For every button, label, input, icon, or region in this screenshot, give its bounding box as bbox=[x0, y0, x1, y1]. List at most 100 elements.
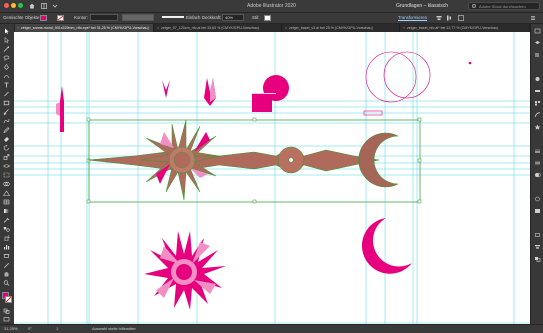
sun-ray-fragment[interactable] bbox=[204, 78, 216, 106]
eraser-tool-icon[interactable] bbox=[3, 136, 10, 142]
artboard-tool-icon[interactable] bbox=[3, 253, 10, 259]
pen-tool-icon[interactable] bbox=[3, 64, 10, 70]
zoom-tool-icon[interactable] bbox=[3, 280, 10, 286]
bottom-sun-star[interactable] bbox=[144, 231, 226, 310]
slice-tool-icon[interactable] bbox=[3, 262, 10, 268]
medallion-pivot bbox=[288, 157, 294, 163]
transparency-panel-icon[interactable] bbox=[534, 172, 541, 178]
align-panel-icon[interactable] bbox=[534, 244, 541, 250]
selection-type-label: Gemischte Objekte bbox=[3, 15, 40, 20]
variable-width-profile[interactable] bbox=[122, 14, 154, 21]
color-panel-icon[interactable] bbox=[534, 76, 541, 82]
moon-cutout-circle[interactable] bbox=[383, 51, 431, 99]
title-bar: Adobe Illustrator 2020 Grundlagen – klas… bbox=[0, 0, 543, 13]
no-stroke-icon bbox=[5, 296, 12, 303]
document-tab[interactable]: × zeiger_07_120cm_nfo.ai bei 33,63 % (CMY… bbox=[154, 24, 282, 32]
eyedropper-tool-icon[interactable] bbox=[3, 217, 10, 223]
mesh-tool-icon[interactable] bbox=[3, 199, 10, 205]
scale-tool-icon[interactable] bbox=[3, 154, 10, 160]
tab-label: zeiger_07_120cm_nfo.ai bei 33,63 % (CMYK… bbox=[161, 26, 260, 30]
tab-label: zeiger_sonne-mond_901x229mm_rtfo.eps* be… bbox=[21, 26, 149, 30]
isolate-group-icon[interactable] bbox=[458, 15, 464, 21]
type-tool-icon[interactable] bbox=[3, 82, 10, 88]
rectangle-tool-icon[interactable] bbox=[3, 100, 10, 106]
properties-panel-icon[interactable] bbox=[534, 28, 541, 34]
horizontal-guides bbox=[14, 100, 530, 324]
artwork bbox=[14, 32, 530, 324]
bottom-crescent-moon[interactable] bbox=[361, 218, 412, 274]
swatches-panel-icon[interactable] bbox=[534, 100, 541, 106]
stroke-color-swatch[interactable] bbox=[5, 296, 12, 303]
gradient-tool-icon[interactable] bbox=[3, 208, 10, 214]
color-guide-panel-icon[interactable] bbox=[534, 88, 541, 94]
line-tool-icon[interactable] bbox=[3, 91, 10, 97]
layers-panel-icon[interactable] bbox=[534, 40, 541, 46]
opacity-field[interactable]: 40% bbox=[222, 14, 244, 21]
appearance-panel-icon[interactable] bbox=[534, 196, 541, 202]
symbol-sprayer-tool-icon[interactable] bbox=[3, 235, 10, 241]
workspace-switcher[interactable]: Grundlagen – klassisch bbox=[396, 3, 448, 9]
stroke-preview bbox=[162, 16, 184, 18]
tools-panel bbox=[0, 24, 15, 324]
direct-selection-tool-icon[interactable] bbox=[3, 37, 10, 43]
panel-menu-icon[interactable] bbox=[530, 15, 536, 21]
tab-label: zeiger_basel_v3.ai bei 25 % (CMYK/GPU-Vo… bbox=[289, 26, 373, 30]
opacity-label: Deckkraft: bbox=[202, 15, 222, 20]
current-tool-status: Auswahl stelle hilfsmitter bbox=[92, 326, 136, 331]
no-stroke-icon bbox=[57, 15, 64, 21]
small-leaf-shape[interactable] bbox=[162, 80, 170, 98]
document-tab[interactable]: × zeiger_sonne-mond_901x229mm_rtfo.eps* b… bbox=[14, 24, 154, 32]
artboard-canvas[interactable] bbox=[14, 32, 530, 324]
column-graph-tool-icon[interactable] bbox=[3, 244, 10, 250]
align-icon[interactable] bbox=[436, 15, 442, 21]
rotation-value[interactable]: 0° bbox=[28, 326, 32, 331]
shaper-tool-icon[interactable] bbox=[3, 118, 10, 124]
app-title: Adobe Illustrator 2020 bbox=[247, 3, 296, 9]
pathfinder-panel-icon[interactable] bbox=[534, 256, 541, 262]
drawing-modes-icon[interactable] bbox=[3, 308, 10, 314]
stock-search-input[interactable]: Adobe Stock durchsuchen bbox=[468, 2, 540, 10]
tiny-dot[interactable] bbox=[468, 61, 472, 65]
left-flag-shape[interactable] bbox=[56, 86, 64, 132]
tab-label: zeiger_basel_nfo.ai* bei 12,77 % (CMYK/G… bbox=[407, 26, 499, 30]
free-transform-tool-icon[interactable] bbox=[3, 172, 10, 178]
width-tool-icon[interactable] bbox=[3, 163, 10, 169]
stroke-label: Kontur: bbox=[74, 15, 88, 20]
moon-outline-circle[interactable] bbox=[365, 51, 417, 103]
fill-swatch[interactable] bbox=[40, 15, 47, 21]
magenta-circle[interactable] bbox=[263, 75, 289, 101]
stroke-panel-icon[interactable] bbox=[534, 148, 541, 154]
document-tab[interactable]: × zeiger_basel_v3.ai bei 25 % (CMYK/GPU-V… bbox=[282, 24, 400, 32]
search-icon bbox=[472, 4, 476, 8]
gradient-panel-icon[interactable] bbox=[534, 160, 541, 166]
selection-tool-icon[interactable] bbox=[3, 28, 10, 34]
hand-tool-icon[interactable] bbox=[3, 271, 10, 277]
symbols-panel-icon[interactable] bbox=[534, 124, 541, 130]
stroke-swatch[interactable] bbox=[57, 15, 64, 21]
curvature-tool-icon[interactable] bbox=[3, 73, 10, 79]
lasso-tool-icon[interactable] bbox=[3, 55, 10, 61]
zoom-level[interactable]: 31,25% bbox=[4, 326, 18, 331]
rotate-tool-icon[interactable] bbox=[3, 145, 10, 151]
control-bar: Gemischte Objekte Kontur: Einfach Deckkr… bbox=[0, 13, 543, 24]
transform-link[interactable]: Transformieren bbox=[398, 15, 427, 20]
stroke-weight-field[interactable] bbox=[90, 14, 118, 21]
screen-mode-icon[interactable] bbox=[3, 316, 10, 322]
stroke-style-label[interactable]: Einfach bbox=[186, 15, 200, 20]
libraries-panel-icon[interactable] bbox=[534, 52, 541, 58]
perspective-grid-tool-icon[interactable] bbox=[3, 190, 10, 196]
shape-builder-tool-icon[interactable] bbox=[3, 181, 10, 187]
artboard-number[interactable]: 1 bbox=[56, 326, 58, 331]
graphic-style-swatch[interactable] bbox=[264, 15, 271, 21]
right-panel-dock bbox=[530, 24, 543, 324]
distribute-icon[interactable] bbox=[446, 15, 452, 21]
overlap-edge bbox=[252, 93, 276, 94]
graphic-styles-panel-icon[interactable] bbox=[534, 208, 541, 214]
magic-wand-tool-icon[interactable] bbox=[3, 46, 10, 52]
brushes-panel-icon[interactable] bbox=[534, 112, 541, 118]
transform-panel-icon[interactable] bbox=[534, 232, 541, 238]
document-tab[interactable]: × zeiger_basel_nfo.ai* bei 12,77 % (CMYK/… bbox=[400, 24, 530, 32]
blend-tool-icon[interactable] bbox=[3, 226, 10, 232]
pencil-tool-icon[interactable] bbox=[3, 127, 10, 133]
paintbrush-tool-icon[interactable] bbox=[3, 109, 10, 115]
